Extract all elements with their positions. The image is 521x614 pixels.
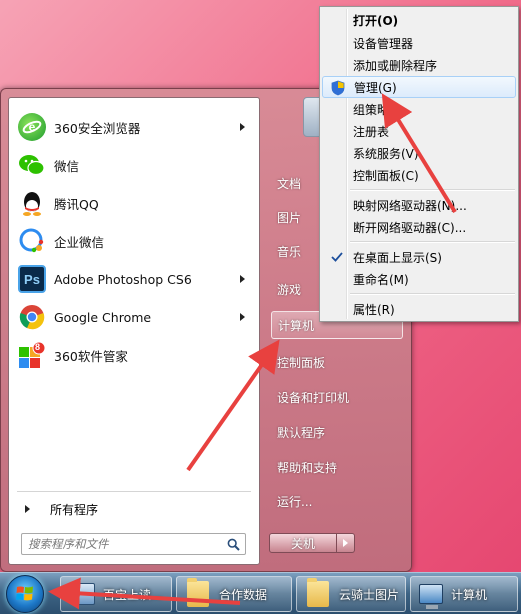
taskbar-button-folder-yunqishi-images[interactable]: 云骑士图片 xyxy=(296,576,406,612)
separator xyxy=(350,293,515,294)
places-item-control-panel[interactable]: 控制面板 xyxy=(271,348,403,376)
program-item-wechat[interactable]: 微信 xyxy=(13,148,255,182)
submenu-arrow-icon xyxy=(240,313,245,321)
360-browser-icon: e xyxy=(18,113,46,141)
folder-icon xyxy=(307,578,329,607)
ctx-show-on-desktop-label: 在桌面上显示(S) xyxy=(353,250,442,265)
start-button[interactable] xyxy=(6,575,44,613)
submenu-arrow-icon xyxy=(240,123,245,131)
expand-arrow-icon xyxy=(25,505,30,513)
ctx-map-network-drive[interactable]: 映射网络驱动器(N)... xyxy=(322,194,516,216)
all-programs-label: 所有程序 xyxy=(50,502,99,517)
taskbar-button-label: 计算机 xyxy=(451,587,488,602)
ctx-device-manager[interactable]: 设备管理器 xyxy=(322,32,516,54)
ctx-registry[interactable]: 注册表 xyxy=(322,120,516,142)
program-label: Google Chrome xyxy=(54,309,152,325)
taskbar-button-label: 云骑士图片 xyxy=(339,587,400,602)
program-label: 360安全浏览器 xyxy=(54,120,141,136)
window-icon xyxy=(71,583,95,605)
ctx-show-on-desktop[interactable]: 在桌面上显示(S) xyxy=(322,246,516,268)
program-item-360-software-manager[interactable]: 8 360软件管家 xyxy=(13,338,255,372)
taskbar-button-label: 合作数据 xyxy=(219,587,268,602)
ctx-manage-label: 管理(G) xyxy=(354,80,397,95)
places-item-run[interactable]: 运行... xyxy=(271,487,403,515)
ctx-control-panel[interactable]: 控制面板(C) xyxy=(322,164,516,186)
wecom-icon xyxy=(18,227,46,255)
program-label: 企业微信 xyxy=(54,234,105,250)
360-software-manager-icon: 8 xyxy=(18,341,46,369)
program-label: Adobe Photoshop CS6 xyxy=(54,271,192,287)
svg-text:e: e xyxy=(29,120,36,134)
computer-icon xyxy=(419,584,443,609)
qq-icon xyxy=(18,189,46,217)
places-item-help-support[interactable]: 帮助和支持 xyxy=(271,453,403,481)
program-item-wecom[interactable]: 企业微信 xyxy=(13,224,255,258)
ctx-add-remove-programs[interactable]: 添加或删除程序 xyxy=(322,54,516,76)
taskbar-button-window[interactable]: 百宝上读... xyxy=(60,576,172,612)
shutdown-options-button[interactable] xyxy=(337,533,355,553)
shutdown-button[interactable]: 关机 xyxy=(269,533,337,553)
taskbar: 百宝上读... 合作数据 云骑士图片 计算机 xyxy=(0,572,521,614)
uac-shield-icon xyxy=(331,80,345,96)
taskbar-button-folder-collab-data[interactable]: 合作数据 xyxy=(176,576,292,612)
start-search-input[interactable] xyxy=(28,535,223,553)
update-count-badge: 8 xyxy=(35,342,41,352)
ctx-manage[interactable]: 管理(G) xyxy=(322,76,516,98)
ctx-properties[interactable]: 属性(R) xyxy=(322,298,516,320)
separator xyxy=(17,491,251,492)
ctx-open[interactable]: 打开(O) xyxy=(322,9,516,31)
submenu-arrow-icon xyxy=(240,275,245,283)
windows-logo-icon xyxy=(16,586,33,601)
start-search-box[interactable] xyxy=(21,533,246,555)
computer-context-menu: 打开(O) 设备管理器 添加或删除程序 管理(G) 组策略 注册表 系统服务(V… xyxy=(319,6,519,322)
ctx-group-policy[interactable]: 组策略 xyxy=(322,98,516,120)
places-item-devices-printers[interactable]: 设备和打印机 xyxy=(271,383,403,411)
wechat-icon xyxy=(18,151,46,179)
start-menu-programs-pane: e 360安全浏览器 微信 腾讯QQ 企业微信 Ps Adobe Photosh… xyxy=(8,97,260,565)
program-item-photoshop[interactable]: Ps Adobe Photoshop CS6 xyxy=(13,262,255,296)
photoshop-icon: Ps xyxy=(18,265,46,293)
program-label: 腾讯QQ xyxy=(54,196,99,212)
places-item-default-programs[interactable]: 默认程序 xyxy=(271,418,403,446)
program-item-360-browser[interactable]: e 360安全浏览器 xyxy=(13,110,255,144)
taskbar-button-computer[interactable]: 计算机 xyxy=(410,576,518,612)
separator xyxy=(350,189,515,190)
ctx-system-services[interactable]: 系统服务(V) xyxy=(322,142,516,164)
ctx-rename[interactable]: 重命名(M) xyxy=(322,268,516,290)
program-item-chrome[interactable]: Google Chrome xyxy=(13,300,255,334)
all-programs-button[interactable]: 所有程序 xyxy=(13,496,255,522)
folder-icon xyxy=(187,578,209,607)
program-label: 微信 xyxy=(54,158,80,174)
program-label: 360软件管家 xyxy=(54,348,128,364)
chrome-icon xyxy=(18,303,46,331)
search-icon[interactable] xyxy=(227,538,240,551)
checkmark-icon xyxy=(331,252,343,262)
ctx-disconnect-network-drive[interactable]: 断开网络驱动器(C)... xyxy=(322,216,516,238)
taskbar-button-label: 百宝上读... xyxy=(103,587,163,602)
separator xyxy=(350,241,515,242)
program-item-qq[interactable]: 腾讯QQ xyxy=(13,186,255,220)
